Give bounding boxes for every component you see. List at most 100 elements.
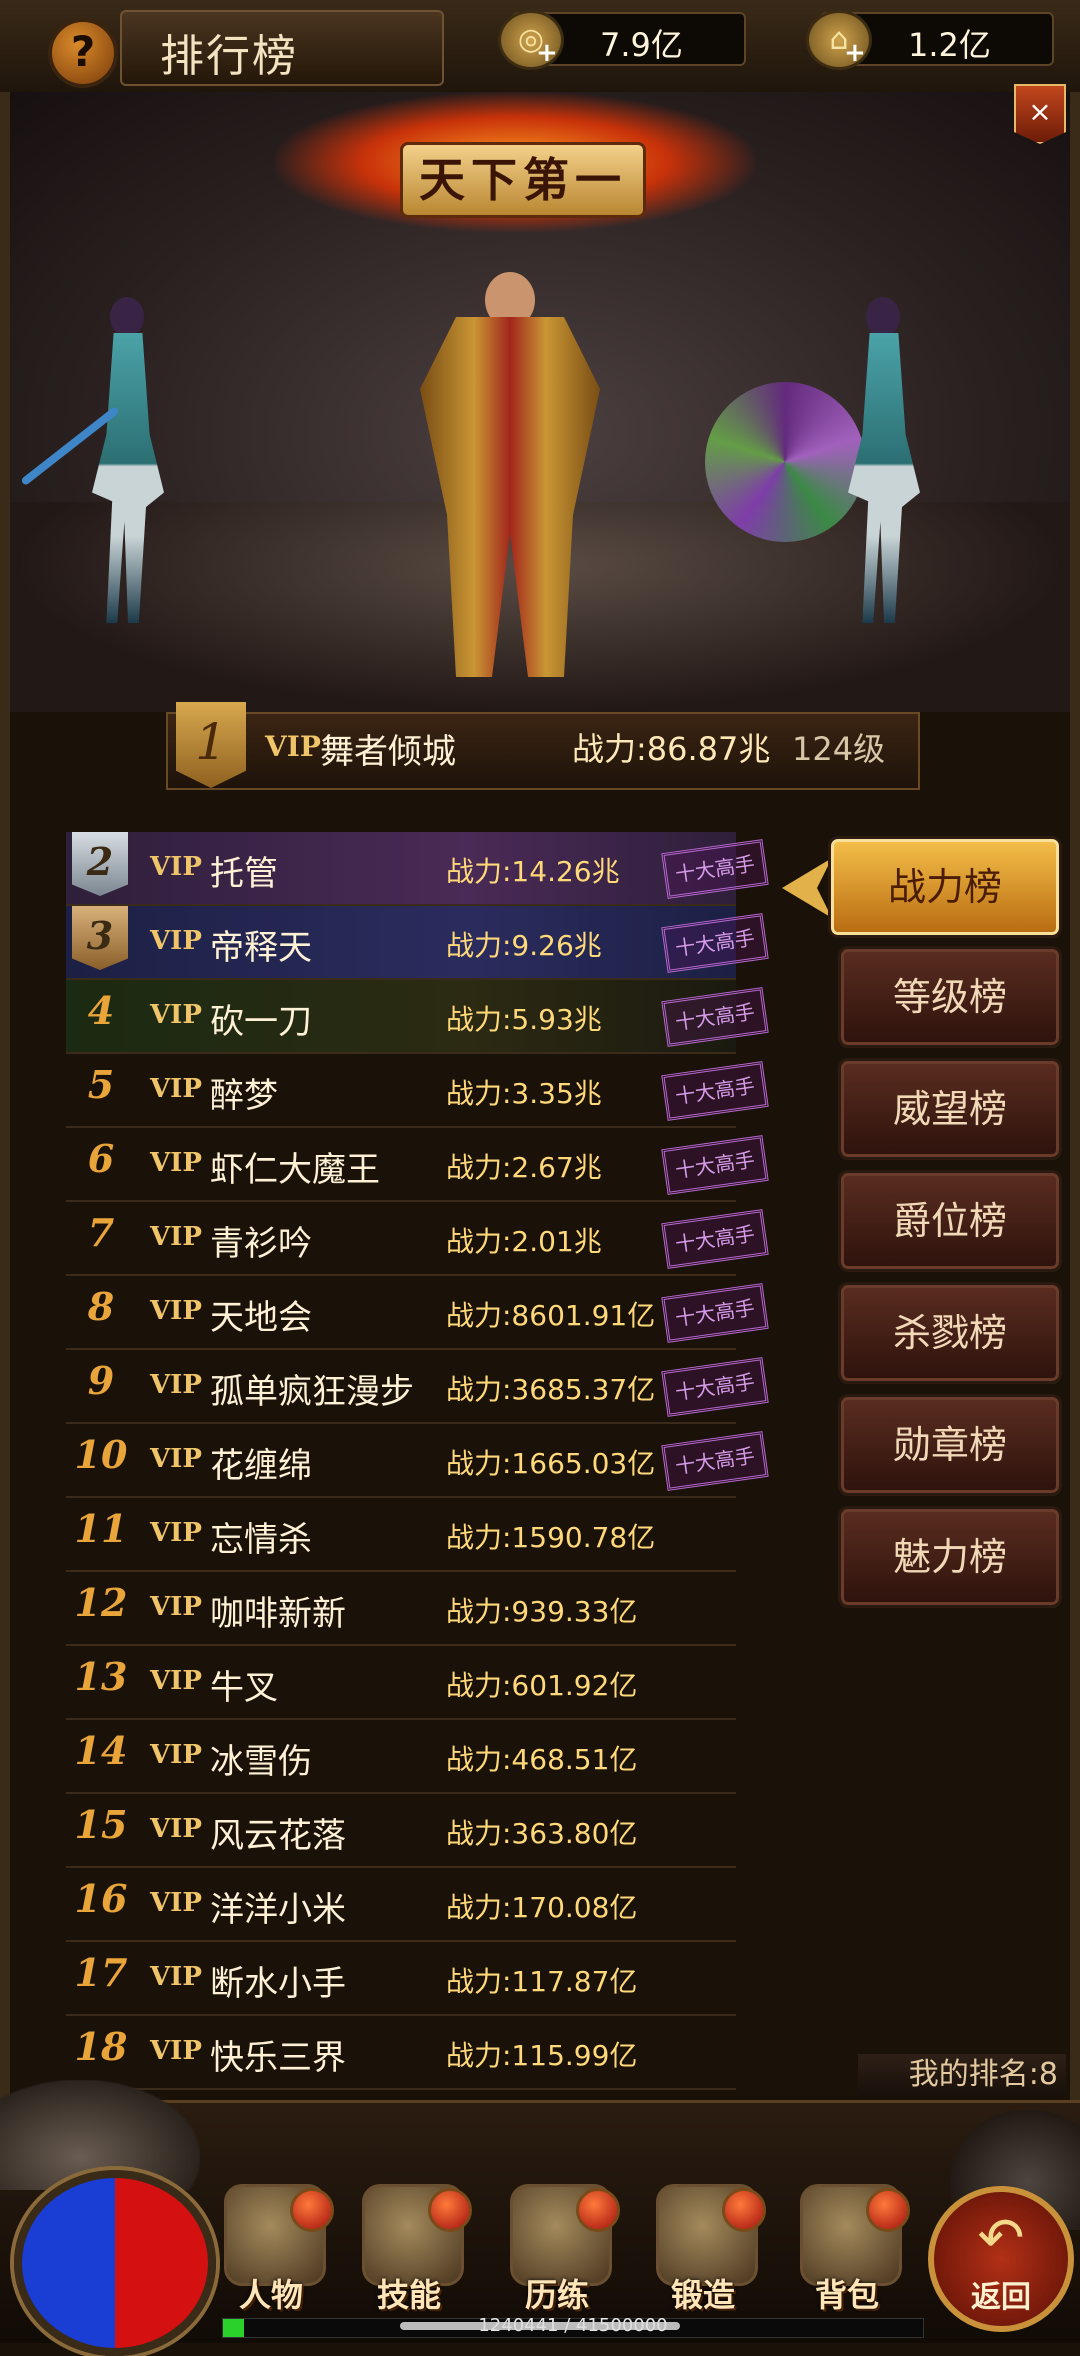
table-row[interactable]: 14 VIP 冰雪伤 战力:468.51亿 bbox=[66, 1720, 736, 1794]
currency-gold-ingot[interactable]: ⌂ + 1.2亿 bbox=[806, 10, 1054, 70]
rank-number: 13 bbox=[74, 1654, 128, 1699]
player-name: 砍一刀 bbox=[210, 1002, 312, 1042]
table-row[interactable]: 6 VIP 虾仁大魔王 战力:2.67兆 十大高手 bbox=[66, 1128, 769, 1202]
table-row[interactable]: 5 VIP 醉梦 战力:3.35兆 十大高手 bbox=[66, 1054, 769, 1128]
rank-number: 11 bbox=[74, 1506, 128, 1551]
tab-power[interactable]: 战力榜 bbox=[828, 836, 1062, 938]
champion-vip: VIP bbox=[265, 730, 321, 763]
top-ten-stamp: 十大高手 bbox=[661, 839, 769, 899]
table-row[interactable]: 4 VIP 砍一刀 战力:5.93兆 十大高手 bbox=[66, 980, 769, 1054]
vip-label: VIP bbox=[150, 1814, 202, 1844]
vip-label: VIP bbox=[150, 1296, 202, 1326]
home-indicator[interactable] bbox=[400, 2322, 680, 2330]
player-power: 战力:601.92亿 bbox=[446, 1669, 638, 1702]
close-icon[interactable]: × bbox=[1014, 84, 1066, 144]
vip-label: VIP bbox=[150, 2036, 202, 2066]
player-name: 花缠绵 bbox=[210, 1446, 312, 1486]
player-power: 战力:3.35兆 bbox=[446, 1077, 602, 1110]
dancer-body bbox=[92, 333, 164, 623]
top-ten-stamp: 十大高手 bbox=[661, 1283, 769, 1343]
vip-label: VIP bbox=[150, 1740, 202, 1770]
player-name: 虾仁大魔王 bbox=[210, 1150, 380, 1190]
player-power: 战力:3685.37亿 bbox=[446, 1373, 656, 1406]
notification-dot-icon bbox=[290, 2188, 334, 2232]
notification-dot-icon bbox=[866, 2188, 910, 2232]
hero-stage: 天下第一 bbox=[10, 92, 1070, 712]
notification-dot-icon bbox=[428, 2188, 472, 2232]
player-name: 帝释天 bbox=[210, 928, 312, 968]
rank-number: 12 bbox=[74, 1580, 128, 1625]
nav-character-button[interactable]: 人物 bbox=[206, 2184, 336, 2324]
top-ten-stamp: 十大高手 bbox=[661, 1209, 769, 1269]
player-power: 战力:117.87亿 bbox=[446, 1965, 638, 1998]
vip-label: VIP bbox=[150, 926, 202, 956]
player-name: 忘情杀 bbox=[210, 1520, 312, 1560]
ingot-value: 1.2亿 bbox=[908, 26, 991, 64]
rank-number: 14 bbox=[74, 1728, 128, 1773]
table-row[interactable]: 7 VIP 青衫吟 战力:2.01兆 十大高手 bbox=[66, 1202, 769, 1276]
tab-level[interactable]: 等级榜 bbox=[838, 946, 1062, 1048]
back-button[interactable]: ↶ 返回 bbox=[928, 2186, 1074, 2332]
back-label: 返回 bbox=[971, 2280, 1031, 2315]
table-row[interactable]: 15 VIP 风云花落 战力:363.80亿 bbox=[66, 1794, 736, 1868]
table-row[interactable]: 11 VIP 忘情杀 战力:1590.78亿 bbox=[66, 1498, 736, 1572]
rank-2-badge: 2 bbox=[72, 832, 128, 896]
champion-warrior-figure[interactable] bbox=[400, 262, 620, 682]
vip-label: VIP bbox=[150, 1148, 202, 1178]
add-ingot-icon[interactable]: + bbox=[844, 38, 866, 68]
rank-3-badge: 3 bbox=[72, 906, 128, 970]
player-name: 青衫吟 bbox=[210, 1224, 312, 1264]
currency-coins[interactable]: ◎ + 7.9亿 bbox=[498, 10, 746, 70]
player-power: 战力:115.99亿 bbox=[446, 2039, 638, 2072]
top-ten-stamp: 十大高手 bbox=[661, 913, 769, 973]
nav-label: 人物 bbox=[238, 2276, 303, 2314]
tab-charm[interactable]: 魅力榜 bbox=[838, 1506, 1062, 1608]
player-power: 战力:9.26兆 bbox=[446, 929, 602, 962]
player-power: 战力:363.80亿 bbox=[446, 1817, 638, 1850]
nav-training-button[interactable]: 历练 bbox=[492, 2184, 622, 2324]
top-ten-stamp: 十大高手 bbox=[661, 1061, 769, 1121]
table-row[interactable]: 13 VIP 牛叉 战力:601.92亿 bbox=[66, 1646, 736, 1720]
add-coins-icon[interactable]: + bbox=[536, 38, 558, 68]
table-row[interactable]: 9 VIP 孤单疯狂漫步 战力:3685.37亿 十大高手 bbox=[66, 1350, 769, 1424]
vip-label: VIP bbox=[150, 1962, 202, 1992]
tab-kills[interactable]: 杀戮榜 bbox=[838, 1282, 1062, 1384]
player-power: 战力:1665.03亿 bbox=[446, 1447, 656, 1480]
top-ten-stamp: 十大高手 bbox=[661, 1431, 769, 1491]
active-tab-pointer-icon bbox=[782, 858, 832, 918]
tab-prestige[interactable]: 威望榜 bbox=[838, 1058, 1062, 1160]
table-row[interactable]: 17 VIP 断水小手 战力:117.87亿 bbox=[66, 1942, 736, 2016]
tab-medals[interactable]: 勋章榜 bbox=[838, 1394, 1062, 1496]
nav-label: 历练 bbox=[524, 2276, 589, 2314]
player-power: 战力:468.51亿 bbox=[446, 1743, 638, 1776]
table-row[interactable]: 10 VIP 花缠绵 战力:1665.03亿 十大高手 bbox=[66, 1424, 769, 1498]
table-row[interactable]: 3 VIP 帝释天 战力:9.26兆 十大高手 bbox=[66, 906, 769, 980]
champion-name: 舞者倾城 bbox=[320, 732, 456, 772]
player-name: 洋洋小米 bbox=[210, 1890, 346, 1930]
rank-number: 10 bbox=[74, 1432, 128, 1477]
vip-label: VIP bbox=[150, 1666, 202, 1696]
nav-skills-button[interactable]: 技能 bbox=[344, 2184, 474, 2324]
notification-dot-icon bbox=[722, 2188, 766, 2232]
vip-label: VIP bbox=[150, 1444, 202, 1474]
nav-forge-button[interactable]: 锻造 bbox=[638, 2184, 768, 2324]
vip-label: VIP bbox=[150, 1370, 202, 1400]
vip-label: VIP bbox=[150, 1592, 202, 1622]
coins-value: 7.9亿 bbox=[600, 26, 683, 64]
table-row[interactable]: 8 VIP 天地会 战力:8601.91亿 十大高手 bbox=[66, 1276, 769, 1350]
rank-number: 15 bbox=[74, 1802, 128, 1847]
notification-dot-icon bbox=[576, 2188, 620, 2232]
table-row[interactable]: 2 VIP 托管 战力:14.26兆 十大高手 bbox=[66, 832, 769, 906]
table-row[interactable]: 18 VIP 快乐三界 战力:115.99亿 bbox=[66, 2016, 736, 2090]
rank-number: 4 bbox=[87, 988, 115, 1033]
tab-nobility[interactable]: 爵位榜 bbox=[838, 1170, 1062, 1272]
table-row[interactable]: 16 VIP 洋洋小米 战力:170.08亿 bbox=[66, 1868, 736, 1942]
player-name: 牛叉 bbox=[210, 1668, 278, 1708]
left-dancer-figure bbox=[72, 297, 182, 627]
table-row[interactable]: 12 VIP 咖啡新新 战力:939.33亿 bbox=[66, 1572, 736, 1646]
nav-backpack-button[interactable]: 背包 bbox=[782, 2184, 912, 2324]
ranking-list[interactable]: 2 VIP 托管 战力:14.26兆 十大高手 3 VIP 帝释天 战力:9.2… bbox=[66, 832, 769, 2090]
help-question-icon[interactable]: ? bbox=[48, 18, 118, 88]
champion-level: 124级 bbox=[792, 730, 886, 768]
player-name: 断水小手 bbox=[210, 1964, 346, 2004]
